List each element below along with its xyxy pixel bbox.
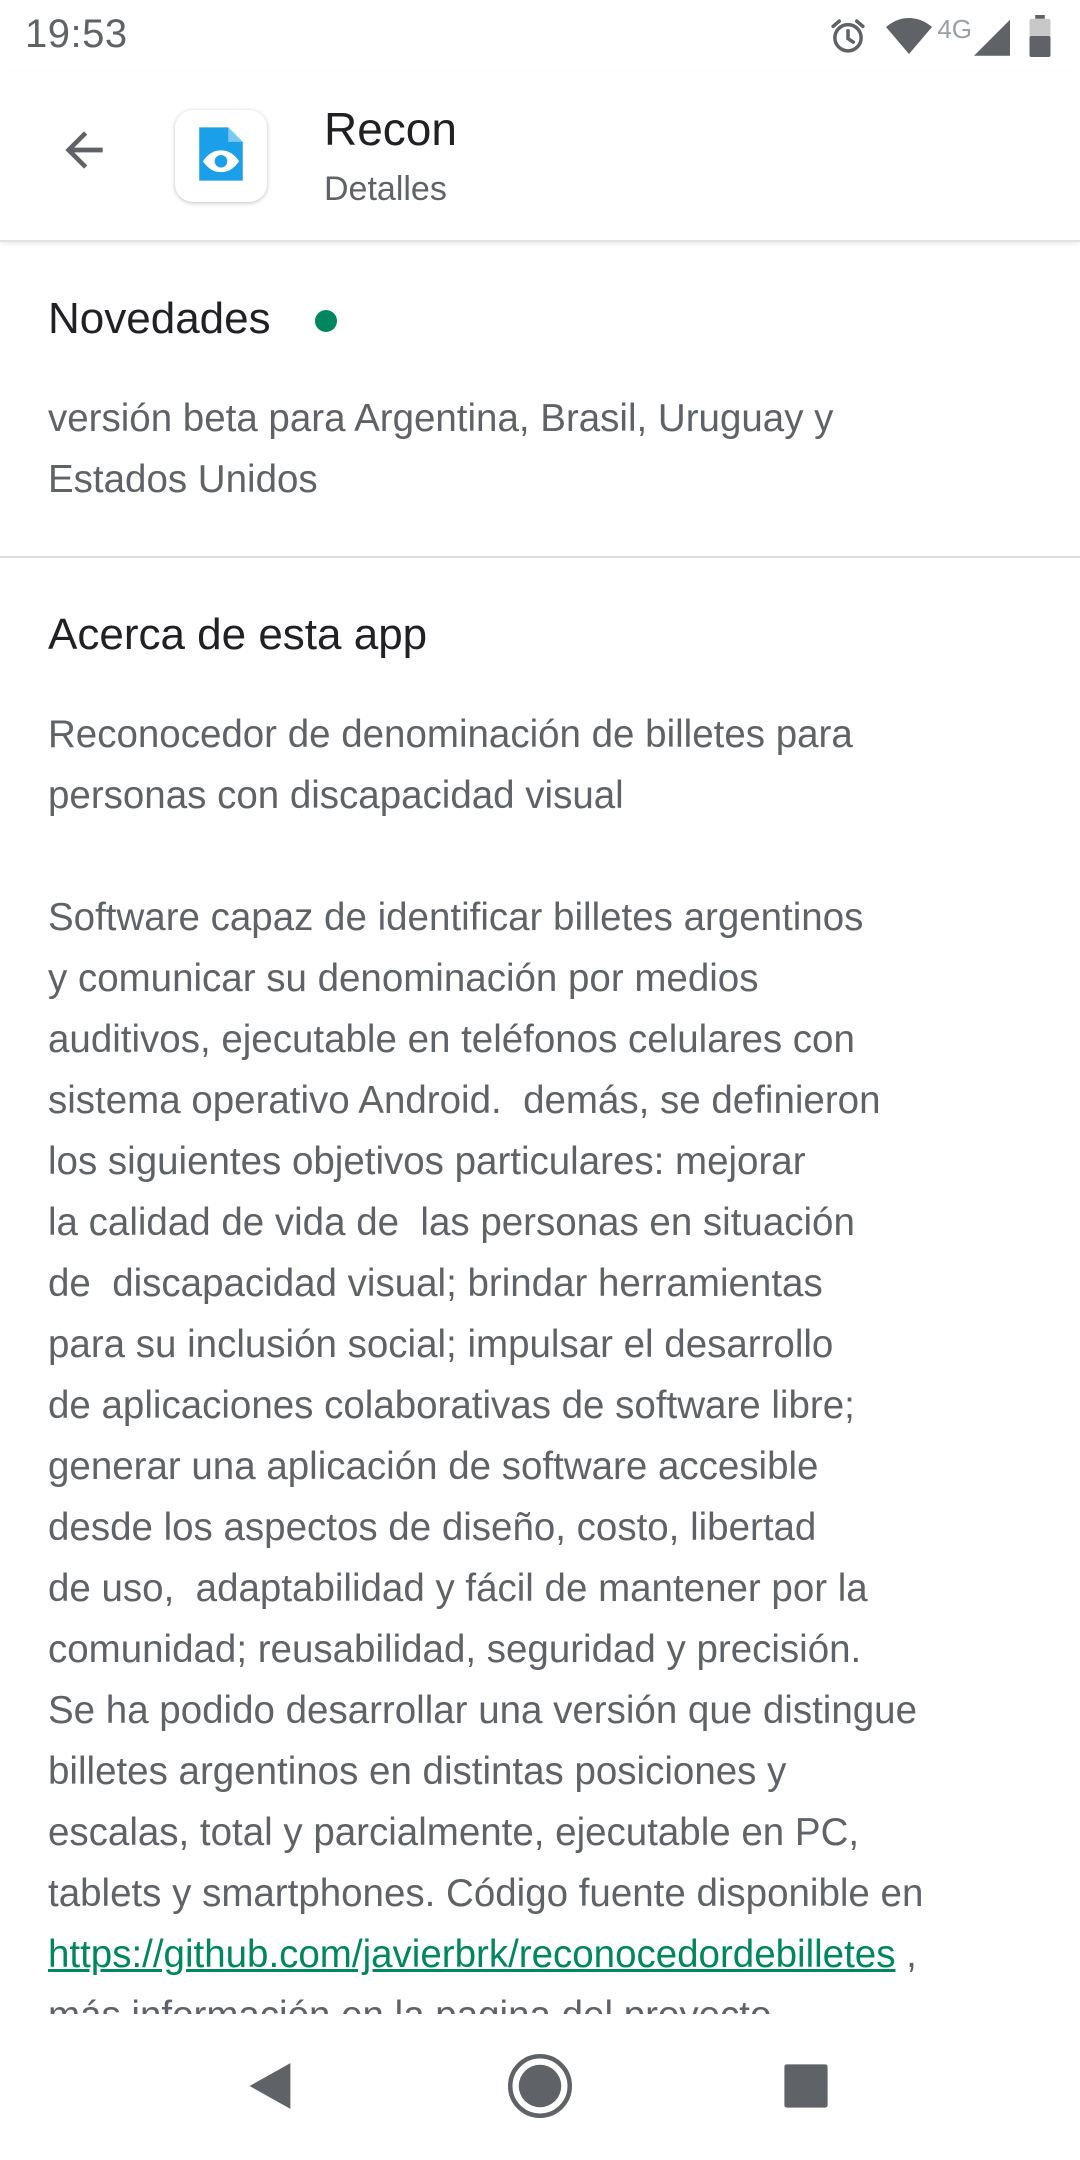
about-summary: Reconocedor de denominación de billetes … [48, 713, 853, 817]
nav-recents-square-icon [782, 2062, 830, 2115]
source-code-link[interactable]: https://github.com/javierbrk/reconocedor… [48, 1933, 895, 1976]
alarm-icon [827, 15, 869, 57]
about-heading: Acerca de esta app [48, 610, 428, 659]
new-indicator-dot [315, 310, 337, 332]
navigation-bar [0, 2016, 1080, 2160]
about-section: Acerca de esta app Reconocedor de denomi… [0, 558, 1080, 2014]
app-header: Recon Detalles [0, 72, 1080, 242]
nav-back-button[interactable] [234, 2052, 306, 2124]
status-time: 19:53 [25, 12, 128, 56]
arrow-back-icon [56, 122, 112, 183]
network-type-label: 4G [937, 13, 972, 44]
battery-icon [1028, 15, 1052, 57]
back-button[interactable] [48, 116, 120, 188]
whats-new-text: versión beta para Argentina, Brasil, Uru… [48, 397, 834, 501]
app-icon[interactable] [175, 110, 267, 202]
status-bar: 19:53 4G [0, 0, 1080, 72]
eye-document-icon [192, 125, 250, 188]
about-description: Software capaz de identificar billetes a… [48, 887, 1038, 2014]
screen: 19:53 4G Recon Detalles Novedades versió… [0, 0, 1080, 2160]
nav-back-triangle-icon [244, 2058, 296, 2119]
whats-new-section: Novedades versión beta para Argentina, B… [0, 242, 1080, 558]
app-title: Recon [324, 103, 457, 155]
whats-new-heading: Novedades [48, 294, 271, 343]
status-icons: 4G [827, 12, 1052, 60]
nav-home-circle-icon [506, 2052, 574, 2125]
about-description-text: Software capaz de identificar billetes a… [48, 896, 924, 1915]
cellular-signal-icon [974, 16, 1010, 56]
app-subtitle: Detalles [324, 170, 447, 208]
nav-home-button[interactable] [504, 2052, 576, 2124]
wifi-icon [885, 15, 933, 57]
nav-recents-button[interactable] [770, 2052, 842, 2124]
